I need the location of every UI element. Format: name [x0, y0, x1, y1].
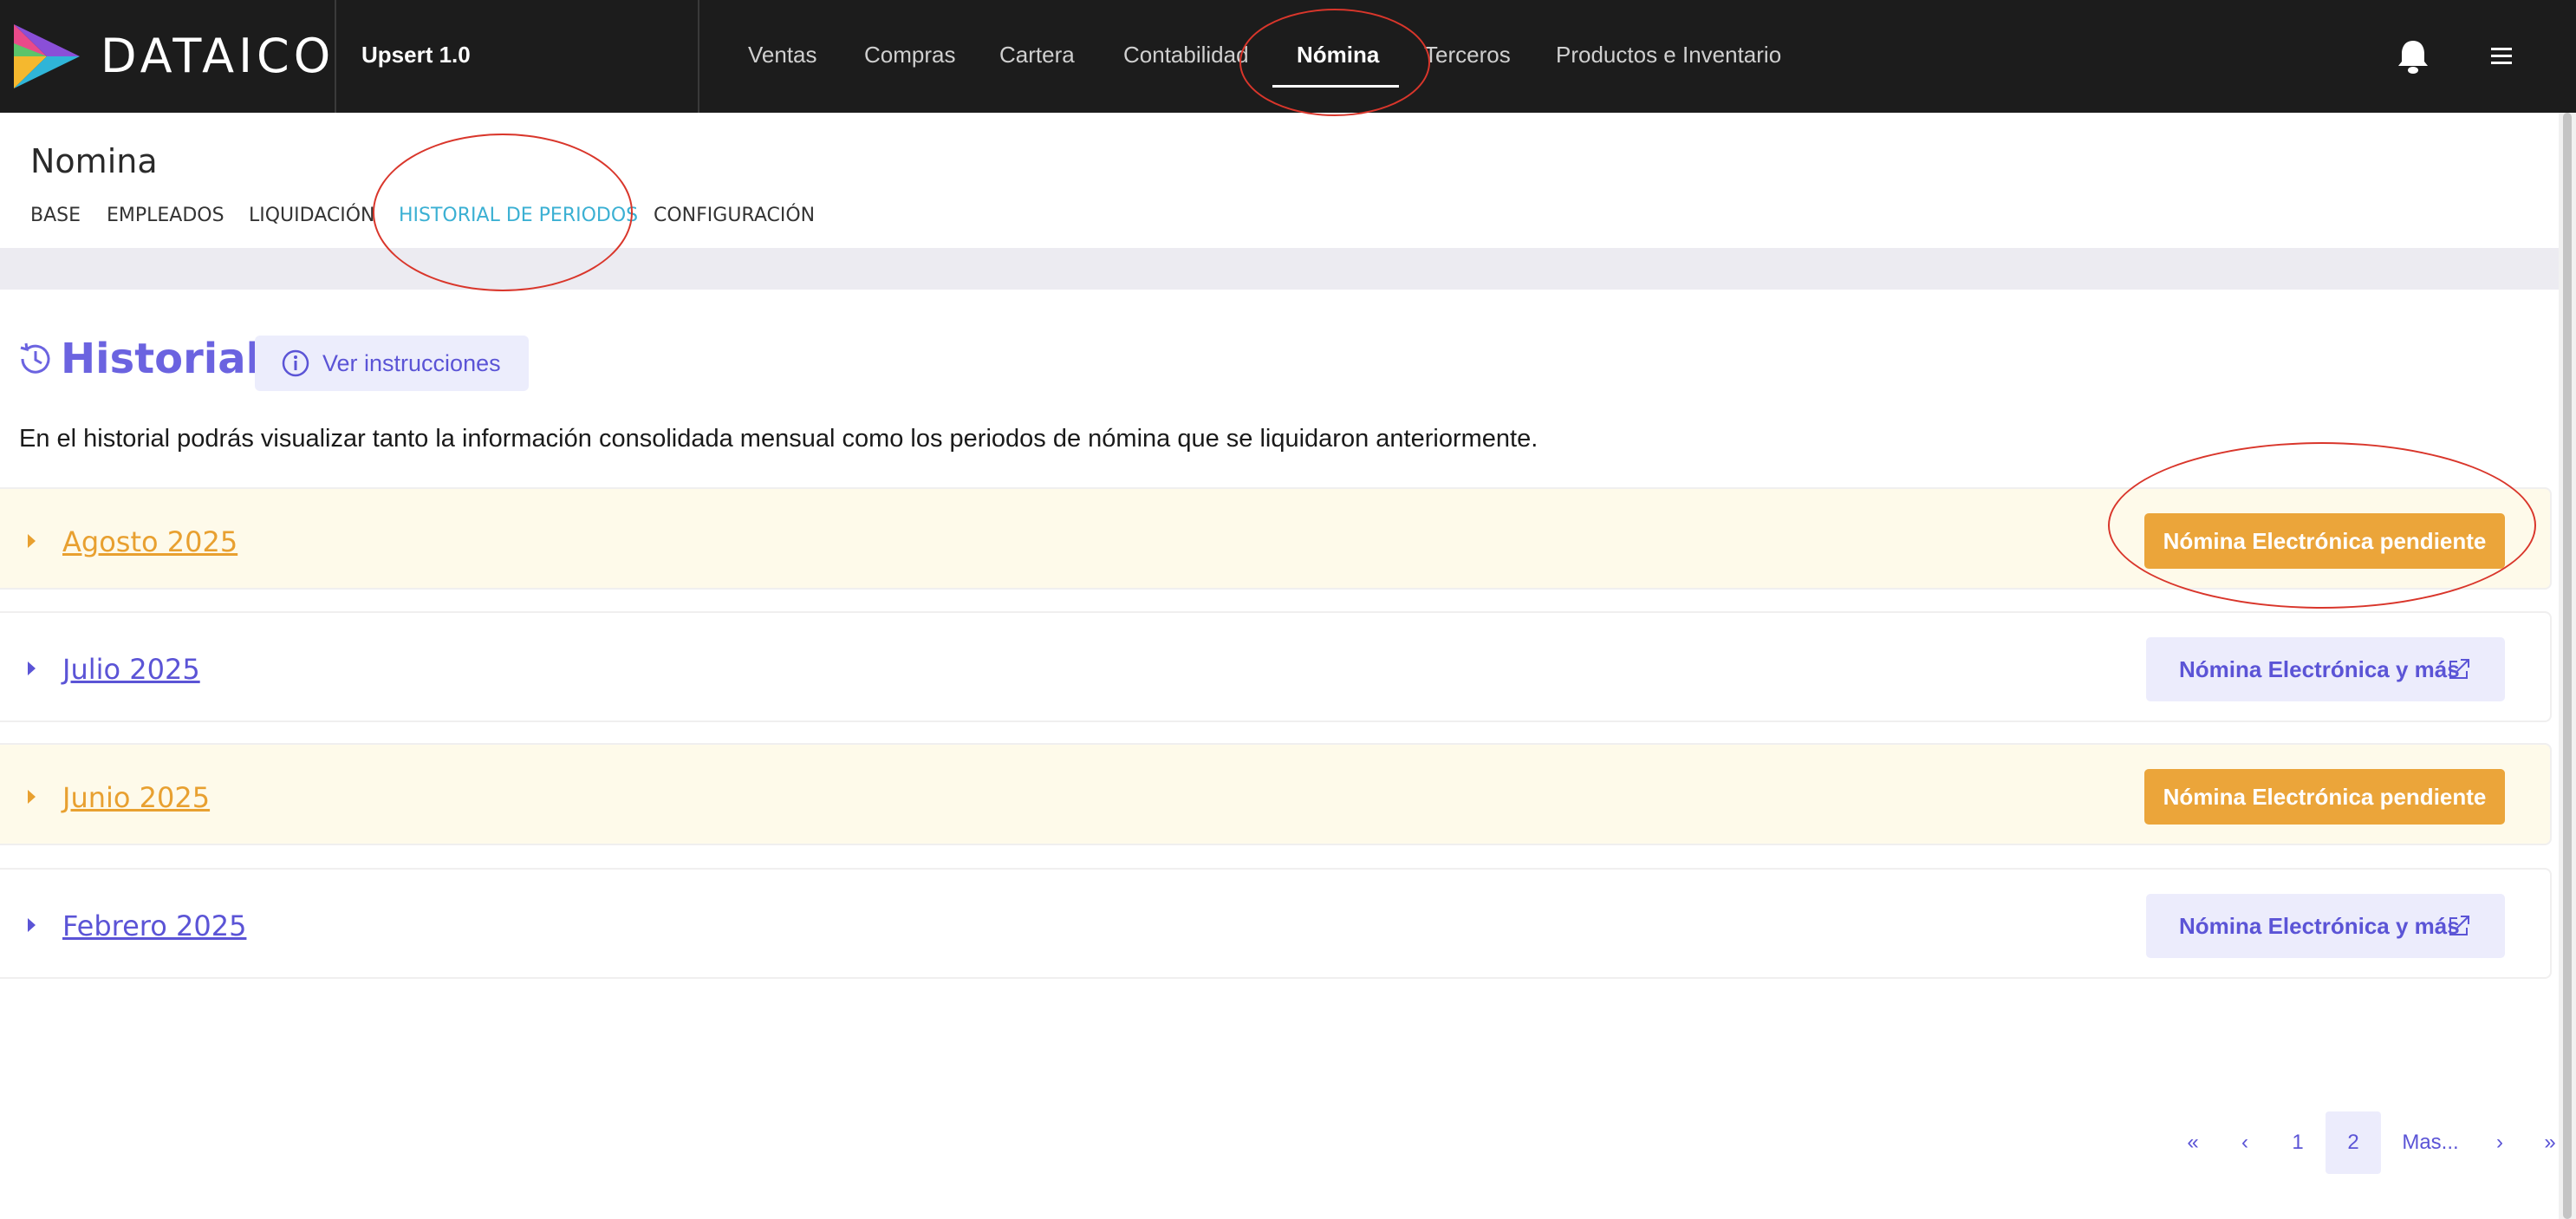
nav-item-contabilidad[interactable]: Contabilidad: [1123, 42, 1249, 68]
pagination-page-2[interactable]: 2: [2326, 1111, 2381, 1174]
dataico-logo-icon[interactable]: [14, 24, 80, 88]
caret-right-icon[interactable]: [28, 534, 36, 548]
hamburger-menu-icon[interactable]: [2488, 43, 2515, 69]
pagination-next[interactable]: ›: [2482, 1111, 2517, 1174]
external-link-icon: [2449, 659, 2469, 679]
nomina-electronica-pendiente-button[interactable]: Nómina Electrónica pendiente: [2144, 769, 2505, 825]
tab-empleados[interactable]: EMPLEADOS: [107, 205, 224, 226]
historial-description: En el historial podrás visualizar tanto …: [19, 425, 1538, 453]
tab-configuracion[interactable]: CONFIGURACIÓN: [654, 205, 815, 226]
nav-item-terceros[interactable]: Terceros: [1424, 42, 1511, 68]
period-row-julio-2025[interactable]: Julio 2025 Nómina Electrónica y más: [0, 611, 2552, 722]
tab-historial-de-periodos[interactable]: HISTORIAL DE PERIODOS: [399, 205, 638, 226]
tab-base[interactable]: BASE: [30, 205, 81, 226]
period-link[interactable]: Agosto 2025: [62, 525, 237, 558]
pagination-last[interactable]: »: [2534, 1111, 2566, 1174]
nomina-electronica-y-mas-button[interactable]: Nómina Electrónica y más: [2146, 894, 2505, 958]
nomina-electronica-pendiente-button[interactable]: Nómina Electrónica pendiente: [2144, 513, 2505, 569]
brand-name[interactable]: DATAICO: [101, 29, 335, 84]
nav-item-ventas[interactable]: Ventas: [748, 42, 817, 68]
tab-liquidacion[interactable]: LIQUIDACIÓN: [249, 205, 375, 226]
period-link[interactable]: Junio 2025: [62, 781, 210, 814]
history-icon: [20, 342, 50, 374]
nav-item-cartera[interactable]: Cartera: [999, 42, 1075, 68]
section-divider-band: [0, 248, 2559, 290]
scrollbar-thumb[interactable]: [2563, 113, 2572, 1219]
pagination-page-1[interactable]: 1: [2280, 1111, 2315, 1174]
pagination-prev[interactable]: ‹: [2228, 1111, 2262, 1174]
period-link[interactable]: Febrero 2025: [62, 909, 246, 942]
header-divider: [335, 0, 336, 113]
nav-item-productos-inventario[interactable]: Productos e Inventario: [1556, 42, 1781, 68]
nomina-electronica-y-mas-label: Nómina Electrónica y más: [2179, 656, 2460, 682]
caret-right-icon[interactable]: [28, 918, 36, 932]
bell-icon[interactable]: [2396, 38, 2430, 75]
pagination-first[interactable]: «: [2176, 1111, 2210, 1174]
nav-item-compras[interactable]: Compras: [864, 42, 955, 68]
period-row-febrero-2025[interactable]: Febrero 2025 Nómina Electrónica y más: [0, 868, 2552, 979]
nav-item-nomina[interactable]: Nómina: [1297, 42, 1379, 68]
pagination-more[interactable]: Mas...: [2394, 1111, 2467, 1174]
nomina-electronica-y-mas-label: Nómina Electrónica y más: [2179, 913, 2460, 939]
header-divider: [698, 0, 699, 113]
info-icon: [282, 349, 309, 377]
active-nav-indicator: [1272, 85, 1399, 88]
top-navigation-bar: DATAICO Upsert 1.0 Ventas Compras Carter…: [0, 0, 2576, 113]
caret-right-icon[interactable]: [28, 662, 36, 675]
period-row-agosto-2025[interactable]: Agosto 2025 Nómina Electrónica pendiente: [0, 487, 2552, 590]
historial-title: Historial: [61, 335, 261, 383]
nomina-electronica-y-mas-button[interactable]: Nómina Electrónica y más: [2146, 637, 2505, 701]
ver-instrucciones-label: Ver instrucciones: [322, 350, 501, 376]
ver-instrucciones-button[interactable]: Ver instrucciones: [255, 336, 529, 391]
external-link-icon: [2449, 916, 2469, 935]
caret-right-icon[interactable]: [28, 790, 36, 804]
company-name[interactable]: Upsert 1.0: [361, 42, 471, 68]
page-title: Nomina: [30, 142, 158, 180]
period-link[interactable]: Julio 2025: [62, 653, 200, 686]
period-row-junio-2025[interactable]: Junio 2025 Nómina Electrónica pendiente: [0, 743, 2552, 845]
